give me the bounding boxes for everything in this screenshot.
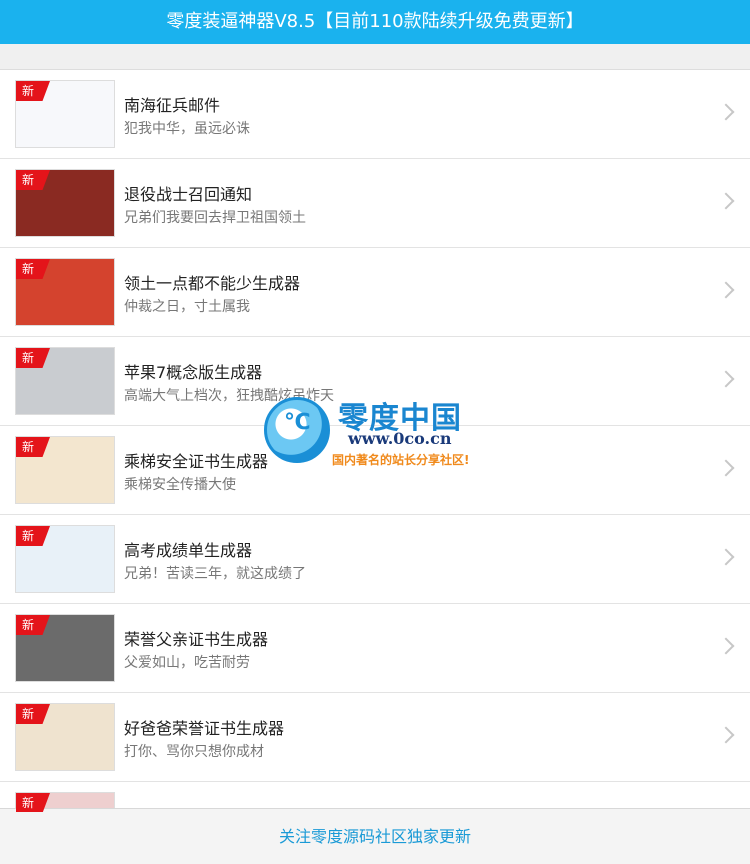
list-item[interactable]: 新 领土一点都不能少生成器 仲裁之日，寸土属我 [0, 248, 750, 337]
list-item[interactable]: 新 荣誉父亲证书生成器 父爱如山，吃苦耐劳 [0, 604, 750, 693]
item-title: 荣誉父亲证书生成器 [124, 630, 269, 649]
list-item[interactable]: 新 退役战士召回通知 兄弟们我要回去捍卫祖国领土 [0, 159, 750, 248]
item-title: 乘梯安全证书生成器 [124, 452, 269, 471]
item-thumbnail: 新 [15, 614, 115, 682]
chevron-right-icon [717, 637, 735, 655]
item-title: 南海征兵邮件 [124, 96, 221, 115]
footer-link[interactable]: 关注零度源码社区独家更新 [279, 827, 471, 846]
watermark-symbol: ℃ [284, 410, 311, 435]
item-thumbnail: 新 [15, 347, 115, 415]
item-subtitle: 打你、骂你只想你成材 [124, 744, 264, 760]
item-title: 好爸爸荣誉证书生成器 [124, 719, 285, 738]
app-header: 零度装逼神器V8.5【目前110款陆续升级免费更新】 [0, 0, 750, 44]
item-title: 退役战士召回通知 [124, 185, 253, 204]
site-watermark: ℃ 零度中国 www.0co.cn 国内著名的站长分享社区! [262, 393, 492, 473]
follow-footer[interactable]: 关注零度源码社区独家更新 [0, 808, 750, 864]
item-thumbnail: 新 [15, 258, 115, 326]
item-thumbnail: 新 [15, 525, 115, 593]
chevron-right-icon [717, 548, 735, 566]
item-subtitle: 兄弟！苦读三年，就这成绩了 [124, 566, 306, 582]
item-title: 苹果7概念版生成器 [124, 363, 263, 382]
watermark-url: www.0co.cn [348, 429, 452, 448]
item-subtitle: 仲裁之日，寸土属我 [124, 299, 250, 315]
chevron-right-icon [717, 370, 735, 388]
item-subtitle: 犯我中华，虽远必诛 [124, 121, 250, 137]
item-subtitle: 乘梯安全传播大使 [124, 477, 236, 493]
item-thumbnail: 新 [15, 436, 115, 504]
list-item[interactable]: 新 高考成绩单生成器 兄弟！苦读三年，就这成绩了 [0, 515, 750, 604]
item-thumbnail: 新 [15, 703, 115, 771]
chevron-right-icon [717, 192, 735, 210]
item-title: 领土一点都不能少生成器 [124, 274, 301, 293]
item-subtitle: 父爱如山，吃苦耐劳 [124, 655, 250, 671]
item-thumbnail: 新 [15, 80, 115, 148]
item-subtitle: 兄弟们我要回去捍卫祖国领土 [124, 210, 306, 226]
chevron-right-icon [717, 103, 735, 121]
list-item[interactable]: 新 南海征兵邮件 犯我中华，虽远必诛 [0, 70, 750, 159]
chevron-right-icon [717, 281, 735, 299]
chevron-right-icon [717, 726, 735, 744]
chevron-right-icon [717, 459, 735, 477]
item-title: 高考成绩单生成器 [124, 541, 253, 560]
item-thumbnail: 新 [15, 169, 115, 237]
page-title: 零度装逼神器V8.5【目前110款陆续升级免费更新】 [166, 11, 584, 32]
list-item[interactable]: 新 好爸爸荣誉证书生成器 打你、骂你只想你成材 [0, 693, 750, 782]
watermark-tagline: 国内著名的站长分享社区! [332, 453, 470, 467]
header-spacer [0, 44, 750, 70]
